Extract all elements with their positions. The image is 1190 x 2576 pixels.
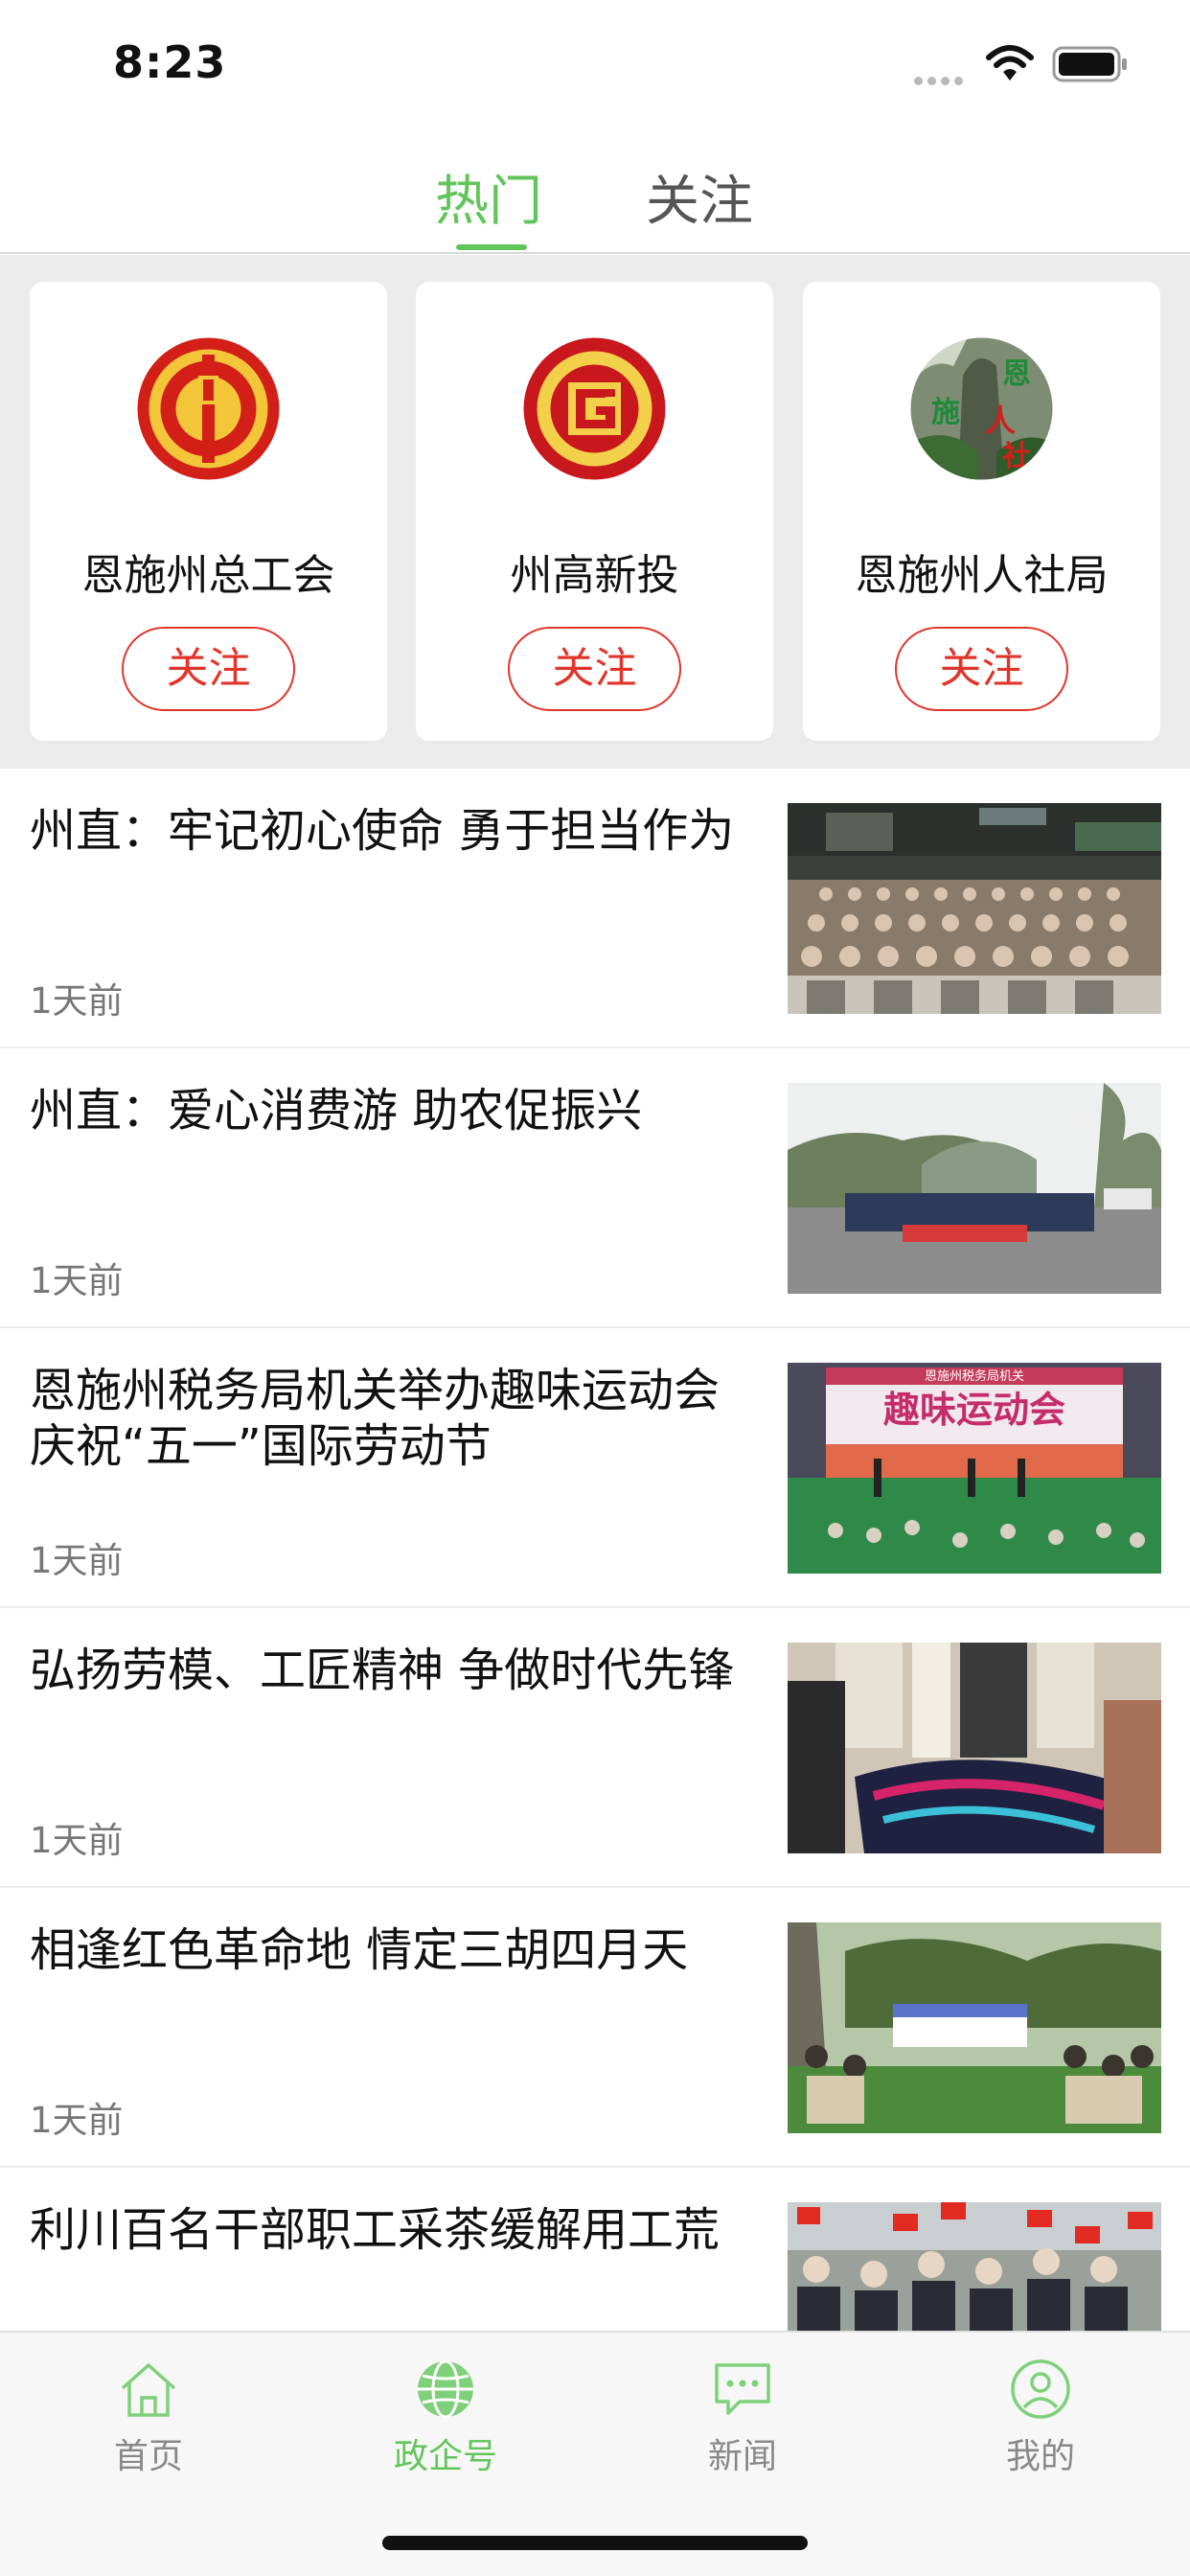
news-list: 州直：牢记初心使命 勇于担当作为 1天前 州直：爱心消费游 助农促振兴 1天前 … — [0, 769, 1190, 2331]
home-indicator[interactable] — [382, 2536, 808, 2550]
nav-item-news[interactable]: 新闻 — [647, 2358, 838, 2478]
hitech-investment-logo-icon — [523, 337, 666, 480]
news-item[interactable]: 相逢红色革命地 情定三胡四月天 1天前 — [0, 1888, 1190, 2168]
status-bar: 8:23 — [0, 0, 1190, 129]
nav-item-me[interactable]: 我的 — [945, 2358, 1136, 2478]
svg-text:恩施州税务局机关: 恩施州税务局机关 — [925, 1368, 1024, 1384]
news-item[interactable]: 利川百名干部职工采茶缓解用工荒 — [0, 2168, 1190, 2331]
top-tab-bar: 热门 关注 — [0, 129, 1190, 254]
wifi-icon — [986, 45, 1034, 80]
news-title: 相逢红色革命地 情定三胡四月天 — [30, 1923, 689, 1977]
news-title: 弘扬劳模、工匠精神 争做时代先锋 — [30, 1644, 735, 1697]
news-item[interactable]: 州直：爱心消费游 助农促振兴 1天前 — [0, 1048, 1190, 1328]
news-time: 1天前 — [30, 1260, 124, 1301]
news-item[interactable]: 弘扬劳模、工匠精神 争做时代先锋 1天前 — [0, 1608, 1190, 1888]
nav-label: 我的 — [1005, 2437, 1075, 2476]
nav-label: 政企号 — [393, 2437, 497, 2476]
news-time: 1天前 — [30, 980, 124, 1022]
news-thumbnail-embroidery — [788, 1643, 1161, 1853]
account-name: 州高新投 — [510, 551, 679, 600]
globe-icon — [418, 2359, 473, 2419]
svg-text:人: 人 — [985, 402, 1016, 439]
svg-text:施: 施 — [931, 396, 960, 429]
tab-active-indicator — [456, 244, 527, 250]
status-time: 8:23 — [113, 36, 227, 88]
news-thumbnail-sports-meeting: 恩施州税务局机关 趣味运动会 — [788, 1363, 1161, 1574]
nav-label: 首页 — [113, 2437, 183, 2476]
tab-following[interactable]: 关注 — [646, 158, 753, 236]
nav-label: 新闻 — [707, 2437, 777, 2476]
follow-button[interactable]: 关注 — [895, 627, 1068, 711]
recommended-accounts: 恩施州总工会 关注 州高新投 关注 恩 施 人 社 恩施州人社局 关注 — [0, 255, 1190, 769]
news-title: 州直：爱心消费游 助农促振兴 — [30, 1084, 643, 1138]
nav-item-gov-accounts[interactable]: 政企号 — [350, 2358, 541, 2478]
home-icon — [121, 2363, 176, 2417]
svg-text:社: 社 — [1002, 440, 1031, 473]
message-icon — [715, 2363, 770, 2415]
news-title: 利川百名干部职工采茶缓解用工荒 — [30, 2203, 721, 2257]
news-title: 恩施州税务局机关举办趣味运动会庆祝“五一”国际劳动节 — [30, 1364, 721, 1473]
tab-hot[interactable]: 热门 — [435, 158, 542, 236]
follow-button[interactable]: 关注 — [122, 627, 295, 711]
profile-icon — [1011, 2359, 1070, 2419]
union-emblem-icon — [137, 337, 280, 480]
svg-text:恩: 恩 — [1002, 357, 1031, 391]
hr-bureau-logo-icon: 恩 施 人 社 — [910, 337, 1053, 480]
news-item[interactable]: 恩施州税务局机关举办趣味运动会庆祝“五一”国际劳动节 1天前 恩施州税务局机关 … — [0, 1328, 1190, 1608]
news-thumbnail-crowd-flags — [788, 2202, 1161, 2331]
nav-item-home[interactable]: 首页 — [53, 2358, 244, 2478]
news-item[interactable]: 州直：牢记初心使命 勇于担当作为 1天前 — [0, 769, 1190, 1048]
account-card[interactable]: 州高新投 关注 — [416, 282, 773, 741]
svg-text:趣味运动会: 趣味运动会 — [883, 1389, 1065, 1431]
news-thumbnail-group-outdoor — [788, 1083, 1161, 1294]
account-card[interactable]: 恩施州总工会 关注 — [30, 282, 387, 741]
news-time: 1天前 — [30, 1540, 124, 1581]
battery-icon — [1052, 46, 1127, 82]
account-name: 恩施州总工会 — [81, 551, 335, 600]
news-thumbnail-auditorium — [788, 803, 1161, 1014]
news-time: 1天前 — [30, 1820, 124, 1861]
news-thumbnail-outdoor-wedding — [788, 1922, 1161, 2133]
cellular-signal-icon — [914, 71, 968, 89]
account-card[interactable]: 恩 施 人 社 恩施州人社局 关注 — [803, 282, 1160, 741]
follow-button[interactable]: 关注 — [508, 627, 681, 711]
account-name: 恩施州人社局 — [855, 551, 1109, 600]
news-time: 1天前 — [30, 2100, 124, 2141]
news-title: 州直：牢记初心使命 勇于担当作为 — [30, 804, 735, 858]
